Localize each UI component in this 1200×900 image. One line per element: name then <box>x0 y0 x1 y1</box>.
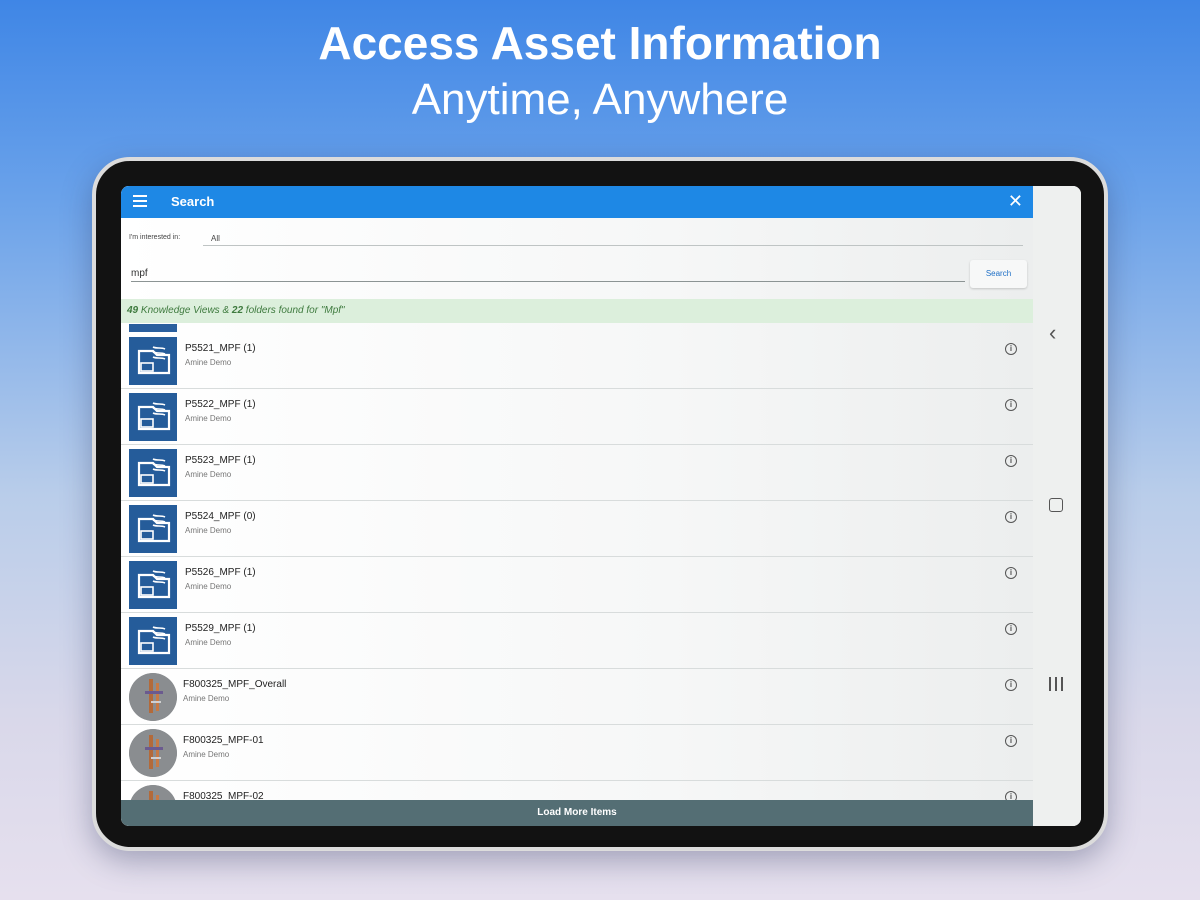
interest-label: I'm interested in: <box>129 234 181 241</box>
interest-filter: I'm interested in: All <box>129 232 1025 248</box>
knowledge-view-folder-icon <box>129 449 177 497</box>
list-item[interactable]: F800325_MPF_Overall Amine Demo i <box>121 669 1033 725</box>
info-icon[interactable]: i <box>1005 343 1017 355</box>
info-icon[interactable]: i <box>1005 567 1017 579</box>
list-item-title: F800325_MPF_Overall <box>183 679 287 690</box>
results-list[interactable]: P5521_MPF (1) Amine Demo i P5522_MPF (1) Ami… <box>121 324 1033 800</box>
search-input[interactable]: mpf <box>131 266 965 282</box>
list-item-owner: Amine Demo <box>185 358 232 367</box>
list-item-title: P5526_MPF (1) <box>185 567 256 578</box>
list-item-title: P5522_MPF (1) <box>185 399 256 410</box>
list-item-owner: Amine Demo <box>183 694 230 703</box>
info-icon[interactable]: i <box>1005 455 1017 467</box>
knowledge-view-folder-icon <box>129 505 177 553</box>
android-navigation-bar: ‹ <box>1033 186 1081 826</box>
results-count-banner: 49 Knowledge Views & 22 folders found fo… <box>121 299 1033 323</box>
list-item[interactable]: P5524_MPF (0) Amine Demo i <box>121 501 1033 557</box>
info-icon[interactable]: i <box>1005 791 1017 800</box>
back-icon[interactable]: ‹ <box>1049 320 1056 346</box>
promo-subtitle: Anytime, Anywhere <box>411 75 789 124</box>
partial-list-item <box>129 324 177 332</box>
list-item-title: F800325_MPF-02 <box>183 791 264 800</box>
list-item-owner: Amine Demo <box>185 470 232 479</box>
views-count: 49 <box>127 305 139 316</box>
close-icon[interactable]: ✕ <box>1008 192 1023 210</box>
load-more-button[interactable]: Load More Items <box>121 800 1033 826</box>
list-item[interactable]: P5523_MPF (1) Amine Demo i <box>121 445 1033 501</box>
list-item-title: P5523_MPF (1) <box>185 455 256 466</box>
knowledge-view-folder-icon <box>129 561 177 609</box>
knowledge-view-folder-icon <box>129 393 177 441</box>
promo-title: Access Asset Information <box>318 17 882 69</box>
search-button[interactable]: Search <box>970 260 1027 288</box>
home-icon[interactable] <box>1049 498 1063 512</box>
folders-count: 22 <box>231 305 244 316</box>
knowledge-view-folder-icon <box>129 337 177 385</box>
list-item-title: P5524_MPF (0) <box>185 511 256 522</box>
search-app: Search ✕ I'm interested in: All mpf Sear… <box>121 186 1033 826</box>
app-bar-title: Search <box>171 194 215 209</box>
list-item-owner: Amine Demo <box>185 582 232 591</box>
model-thumbnail <box>129 673 177 721</box>
list-item-title: P5521_MPF (1) <box>185 343 256 354</box>
menu-icon[interactable] <box>133 195 147 207</box>
list-item[interactable]: P5526_MPF (1) Amine Demo i <box>121 557 1033 613</box>
info-icon[interactable]: i <box>1005 399 1017 411</box>
folders-text: folders found for "Mpf" <box>245 305 345 316</box>
list-item-owner: Amine Demo <box>183 750 230 759</box>
recent-apps-icon[interactable] <box>1048 677 1064 691</box>
interest-select[interactable]: All <box>203 232 1023 246</box>
tablet-screen: Search ✕ I'm interested in: All mpf Sear… <box>121 186 1081 826</box>
info-icon[interactable]: i <box>1005 679 1017 691</box>
model-thumbnail <box>129 729 177 777</box>
list-item[interactable]: P5529_MPF (1) Amine Demo i <box>121 613 1033 669</box>
list-item[interactable]: P5521_MPF (1) Amine Demo i <box>121 333 1033 389</box>
list-item[interactable]: F800325_MPF-01 Amine Demo i <box>121 725 1033 781</box>
views-text: Knowledge Views & <box>140 305 230 316</box>
info-icon[interactable]: i <box>1005 735 1017 747</box>
promo-headline: Access Asset Information Anytime, Anywhe… <box>0 14 1200 128</box>
list-item-title: F800325_MPF-01 <box>183 735 264 746</box>
list-item[interactable]: F800325_MPF-02 i <box>121 781 1033 800</box>
knowledge-view-folder-icon <box>129 617 177 665</box>
list-item[interactable]: P5522_MPF (1) Amine Demo i <box>121 389 1033 445</box>
app-bar: Search ✕ <box>121 186 1033 218</box>
list-item-owner: Amine Demo <box>185 414 232 423</box>
list-item-title: P5529_MPF (1) <box>185 623 256 634</box>
list-item-owner: Amine Demo <box>185 638 232 647</box>
info-icon[interactable]: i <box>1005 623 1017 635</box>
info-icon[interactable]: i <box>1005 511 1017 523</box>
list-item-owner: Amine Demo <box>185 526 232 535</box>
model-thumbnail <box>129 785 177 800</box>
